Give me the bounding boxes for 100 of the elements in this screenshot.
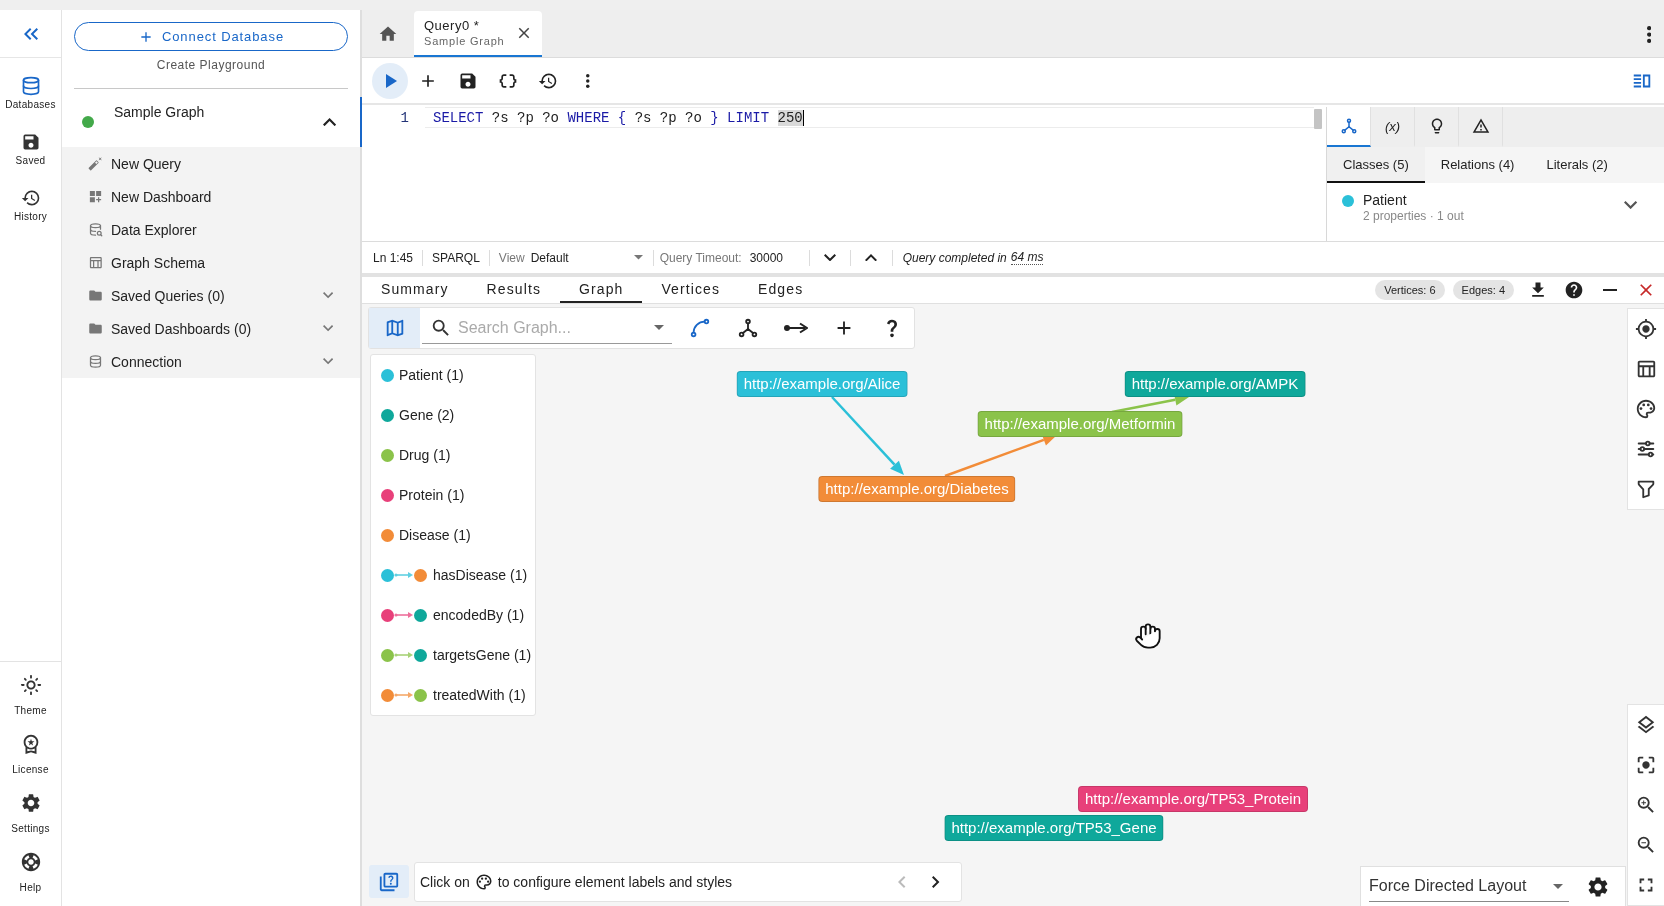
- relation-arrow-icon: [394, 571, 414, 579]
- relation-arrow-icon: [394, 691, 414, 699]
- query-duration: 64 ms: [1010, 250, 1044, 265]
- count-chip: Edges: 4: [1452, 280, 1514, 300]
- view-select[interactable]: Default: [530, 250, 647, 265]
- search-input[interactable]: Search Graph...: [458, 315, 648, 340]
- palette-icon: [1635, 398, 1657, 420]
- result-tab[interactable]: Edges: [739, 277, 823, 303]
- menu-item[interactable]: Data Explorer: [62, 213, 360, 246]
- rail-item[interactable]: Saved: [0, 128, 61, 184]
- minus-icon: [1603, 289, 1617, 291]
- connect-database-button[interactable]: Connect Database: [74, 22, 348, 51]
- spline-icon: [689, 317, 711, 339]
- lifebuoy-icon: [19, 851, 42, 873]
- tab-subtitle: Sample Graph: [424, 34, 506, 48]
- inspector-tab[interactable]: [1327, 107, 1371, 147]
- timeout-label: Query Timeout:: [659, 250, 742, 265]
- question-box-icon: [378, 870, 400, 893]
- home-icon: [378, 24, 398, 44]
- menu-item[interactable]: Graph Schema: [62, 246, 360, 279]
- language-label: SPARQL: [432, 250, 480, 265]
- sub-tab[interactable]: Classes (5): [1327, 147, 1425, 183]
- guide-button[interactable]: [369, 865, 409, 898]
- menu-item[interactable]: Saved Queries (0): [62, 279, 360, 312]
- scrollbar-thumb[interactable]: [1314, 109, 1322, 129]
- query-tab[interactable]: Query0 * Sample Graph: [414, 11, 542, 57]
- edge-arrow-icon: [784, 322, 808, 334]
- settings-icon: [1586, 874, 1610, 899]
- rail-item[interactable]: License: [0, 729, 61, 788]
- relation-arrow-icon: [394, 611, 414, 619]
- tip-text: Click on: [420, 874, 470, 890]
- sub-tab[interactable]: Relations (4): [1424, 147, 1531, 183]
- rail-item[interactable]: Settings: [0, 788, 61, 847]
- caret-icon: [654, 325, 664, 330]
- result-tab[interactable]: Results: [467, 277, 560, 303]
- filter-icon: [1635, 478, 1657, 500]
- menu-item[interactable]: Saved Dashboards (0): [62, 312, 360, 345]
- database-search-icon: [88, 222, 103, 237]
- graph-node[interactable]: http://example.org/TP53_Protein: [1078, 786, 1308, 812]
- run-button[interactable]: [372, 62, 408, 99]
- target-icon: [1635, 318, 1657, 340]
- legend-label: Drug (1): [399, 447, 451, 463]
- folder-icon: [88, 288, 103, 303]
- more-icon: [586, 73, 590, 88]
- hierarchy-icon: [1339, 117, 1358, 135]
- zoom-in-icon: [1635, 794, 1657, 816]
- rail-item[interactable]: Theme: [0, 670, 61, 729]
- database-icon: [20, 76, 41, 96]
- menu-item[interactable]: New Dashboard: [62, 180, 360, 213]
- cursor-position: Ln 1:45: [373, 250, 414, 265]
- legend-label: encodedBy (1): [433, 607, 525, 623]
- hierarchy-icon: [737, 317, 759, 339]
- rail-item[interactable]: Help: [0, 847, 61, 906]
- rail-item[interactable]: Databases: [0, 72, 61, 128]
- sun-icon: [19, 674, 42, 696]
- layout-select[interactable]: Force Directed Layout: [1369, 871, 1569, 902]
- palette-icon: [474, 873, 493, 891]
- settings-icon: [19, 792, 42, 814]
- legend-toggle-button[interactable]: [369, 308, 420, 348]
- zoom-out-icon: [1635, 834, 1657, 856]
- chevron-down-icon: [823, 253, 836, 262]
- rail-item[interactable]: History: [0, 184, 61, 240]
- tab-title: Query0 *: [424, 18, 481, 34]
- status-message: Query completed in: [902, 250, 1007, 265]
- chevron-left-icon: [898, 876, 906, 888]
- relation-arrow-icon: [394, 651, 414, 659]
- class-name: Patient: [1363, 192, 1408, 209]
- focus-icon: [1635, 754, 1657, 776]
- legend-label: targetsGene (1): [433, 647, 532, 663]
- history-icon: [20, 188, 41, 208]
- caret-icon: [1553, 883, 1563, 889]
- legend-label: treatedWith (1): [433, 687, 526, 703]
- legend-label: Protein (1): [399, 487, 465, 503]
- count-chip: Vertices: 6: [1375, 280, 1445, 300]
- sub-tab[interactable]: Literals (2): [1530, 147, 1624, 183]
- legend-label: Gene (2): [399, 407, 455, 423]
- help-icon: [1564, 280, 1584, 300]
- more-icon: [1646, 25, 1652, 43]
- table-icon: [88, 255, 103, 270]
- sliders-icon: [1635, 438, 1657, 460]
- menu-item[interactable]: Connection: [62, 345, 360, 378]
- tip-text: to configure element labels and styles: [497, 874, 733, 890]
- database-name: Sample Graph: [114, 103, 205, 120]
- create-playground-link[interactable]: Create Playground: [152, 58, 270, 72]
- legend-label: hasDisease (1): [433, 567, 528, 583]
- menu-item[interactable]: New Query: [62, 147, 360, 180]
- dashboard-icon: [88, 189, 103, 204]
- chevron-right-icon: [932, 876, 940, 888]
- code-line[interactable]: SELECT ?s ?p ?o WHERE { ?s ?p ?o } LIMIT 250: [425, 107, 1314, 128]
- timeout-field[interactable]: 30000: [749, 250, 800, 265]
- legend-label: Patient (1): [399, 367, 464, 383]
- database-icon: [88, 354, 103, 369]
- magic-wand-icon: [88, 156, 103, 171]
- folder-icon: [88, 321, 103, 336]
- warning-icon: [1471, 117, 1490, 135]
- class-detail: 2 properties · 1 out: [1363, 209, 1465, 224]
- chevron-up-icon: [864, 253, 877, 262]
- hand-cursor-icon: [1134, 622, 1162, 650]
- result-tab[interactable]: Summary: [362, 277, 468, 303]
- result-tab[interactable]: Vertices: [642, 277, 740, 303]
